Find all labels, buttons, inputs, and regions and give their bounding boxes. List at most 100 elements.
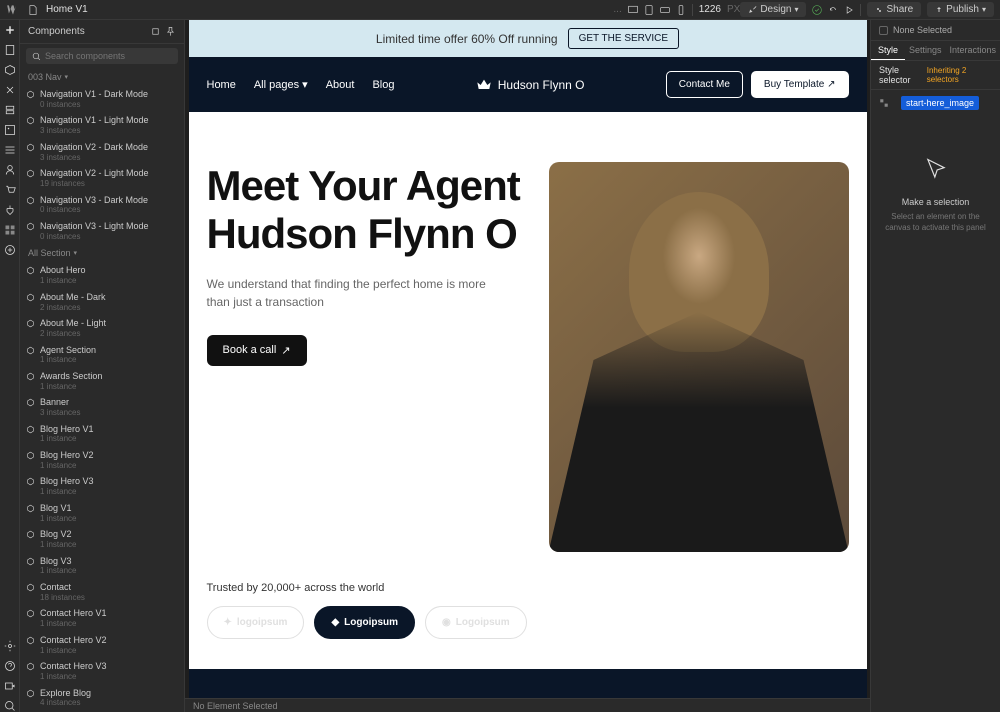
component-item[interactable]: Contact Hero V31 instance: [20, 658, 184, 684]
selector-icon: [879, 98, 889, 108]
nav-link[interactable]: Home: [207, 79, 236, 91]
component-item[interactable]: Navigation V2 - Dark Mode3 instances: [20, 139, 184, 165]
nav-link[interactable]: Blog: [372, 79, 394, 91]
site-nav: HomeAll pages ▾AboutBlog Hudson Flynn O …: [189, 57, 867, 112]
trust-section: Trusted by 20,000+ across the world ✦ lo…: [189, 582, 867, 669]
component-item[interactable]: Contact18 instances: [20, 579, 184, 605]
component-item[interactable]: Navigation V2 - Light Mode19 instances: [20, 165, 184, 191]
component-item[interactable]: Agent Section1 instance: [20, 342, 184, 368]
desktop-icon[interactable]: [628, 5, 638, 15]
component-item[interactable]: Navigation V3 - Light Mode0 instances: [20, 218, 184, 244]
component-item[interactable]: Blog Hero V11 instance: [20, 421, 184, 447]
logo-1: ✦ logoipsum: [207, 606, 305, 639]
ecommerce-icon[interactable]: [4, 184, 16, 196]
top-toolbar: Home V1 ... 1226 PX Design▾ Share Publis…: [0, 0, 1000, 20]
crown-icon: [476, 77, 492, 93]
component-item[interactable]: Blog V11 instance: [20, 500, 184, 526]
component-item[interactable]: About Me - Dark2 instances: [20, 289, 184, 315]
canvas-width[interactable]: 1226: [699, 4, 721, 15]
create-component-icon[interactable]: [150, 26, 161, 37]
hero-description: We understand that finding the perfect h…: [207, 275, 487, 311]
status-bar: No Element Selected: [185, 698, 870, 712]
panel-title: Components: [28, 26, 85, 37]
assets-icon[interactable]: [4, 124, 16, 136]
inherit-info[interactable]: Inheriting 2 selectors: [927, 66, 992, 84]
component-item[interactable]: Awards Section1 instance: [20, 368, 184, 394]
component-item[interactable]: Blog V31 instance: [20, 553, 184, 579]
pages-icon[interactable]: [4, 44, 16, 56]
component-item[interactable]: Contact Hero V11 instance: [20, 605, 184, 631]
search-components[interactable]: [26, 48, 178, 64]
buy-template-button[interactable]: Buy Template ↗: [751, 71, 849, 98]
check-icon[interactable]: [812, 5, 822, 15]
search-input[interactable]: [45, 51, 172, 61]
page-name[interactable]: Home V1: [46, 4, 88, 15]
brand-logo[interactable]: Hudson Flynn O: [476, 77, 585, 93]
component-item[interactable]: Navigation V1 - Light Mode3 instances: [20, 112, 184, 138]
preview-icon[interactable]: [844, 5, 854, 15]
styles-icon[interactable]: [4, 104, 16, 116]
logic-icon[interactable]: [4, 204, 16, 216]
banner-text: Limited time offer 60% Off running: [376, 32, 558, 46]
component-item[interactable]: Navigation V3 - Dark Mode0 instances: [20, 192, 184, 218]
undo-icon[interactable]: [828, 5, 838, 15]
video-icon[interactable]: [4, 680, 16, 692]
find-icon[interactable]: [4, 244, 16, 256]
empty-text: Select an element on the canvas to activ…: [881, 211, 990, 233]
hero-title: Meet Your Agent Hudson Flynn O: [207, 162, 529, 259]
settings-icon[interactable]: [4, 640, 16, 652]
section-all[interactable]: All Section▾: [20, 244, 184, 262]
mobile-icon[interactable]: [676, 5, 686, 15]
audit-icon[interactable]: [4, 700, 16, 712]
empty-title: Make a selection: [881, 197, 990, 207]
canvas[interactable]: Limited time offer 60% Off running GET T…: [185, 20, 870, 698]
add-icon[interactable]: [4, 24, 16, 36]
hero-image: [549, 162, 849, 552]
book-call-button[interactable]: Book a call ↗: [207, 335, 307, 366]
canvas-unit: PX: [727, 4, 740, 15]
share-button[interactable]: Share: [867, 2, 921, 17]
nav-link[interactable]: All pages ▾: [254, 78, 308, 91]
tablet-icon[interactable]: [644, 5, 654, 15]
components-icon[interactable]: [4, 64, 16, 76]
canvas-area: Limited time offer 60% Off running GET T…: [185, 20, 870, 712]
variables-icon[interactable]: [4, 84, 16, 96]
search-icon: [32, 52, 41, 61]
mobile-landscape-icon[interactable]: [660, 5, 670, 15]
checkbox-icon[interactable]: [879, 26, 888, 35]
tab-interactions[interactable]: Interactions: [945, 41, 1000, 60]
publish-button[interactable]: Publish▾: [927, 2, 994, 17]
component-item[interactable]: Banner3 instances: [20, 394, 184, 420]
nav-link[interactable]: About: [326, 79, 355, 91]
component-item[interactable]: Contact Hero V21 instance: [20, 632, 184, 658]
left-tool-rail: [0, 20, 20, 712]
trust-label: Trusted by 20,000+ across the world: [207, 582, 849, 594]
component-item[interactable]: Blog Hero V31 instance: [20, 473, 184, 499]
users-icon[interactable]: [4, 164, 16, 176]
component-item[interactable]: Blog V21 instance: [20, 526, 184, 552]
design-mode-button[interactable]: Design▾: [740, 2, 806, 17]
logo-3: ◉ Logoipsum: [425, 606, 527, 639]
tab-style[interactable]: Style: [871, 41, 905, 60]
component-item[interactable]: About Me - Light2 instances: [20, 315, 184, 341]
help-icon[interactable]: [4, 660, 16, 672]
cursor-icon: [922, 156, 950, 184]
contact-button[interactable]: Contact Me: [666, 71, 743, 98]
apps-icon[interactable]: [4, 224, 16, 236]
component-item[interactable]: About Hero1 instance: [20, 262, 184, 288]
selector-label: Style selector: [879, 65, 927, 85]
component-item[interactable]: Explore Blog4 instances: [20, 685, 184, 711]
banner-cta-button[interactable]: GET THE SERVICE: [568, 28, 679, 49]
page-preview: Limited time offer 60% Off running GET T…: [189, 20, 867, 698]
page-icon: [28, 5, 38, 15]
section-nav[interactable]: 003 Nav▾: [20, 68, 184, 86]
section-2: Doplace Home With: [189, 669, 867, 698]
tab-settings[interactable]: Settings: [905, 41, 946, 60]
pin-icon[interactable]: [165, 26, 176, 37]
component-item[interactable]: Navigation V1 - Dark Mode0 instances: [20, 86, 184, 112]
cms-icon[interactable]: [4, 144, 16, 156]
component-item[interactable]: Blog Hero V21 instance: [20, 447, 184, 473]
components-panel: Components 003 Nav▾ Navigation V1 - Dark…: [20, 20, 185, 712]
webflow-logo[interactable]: [6, 3, 20, 17]
class-selector[interactable]: start-here_image: [901, 96, 979, 110]
